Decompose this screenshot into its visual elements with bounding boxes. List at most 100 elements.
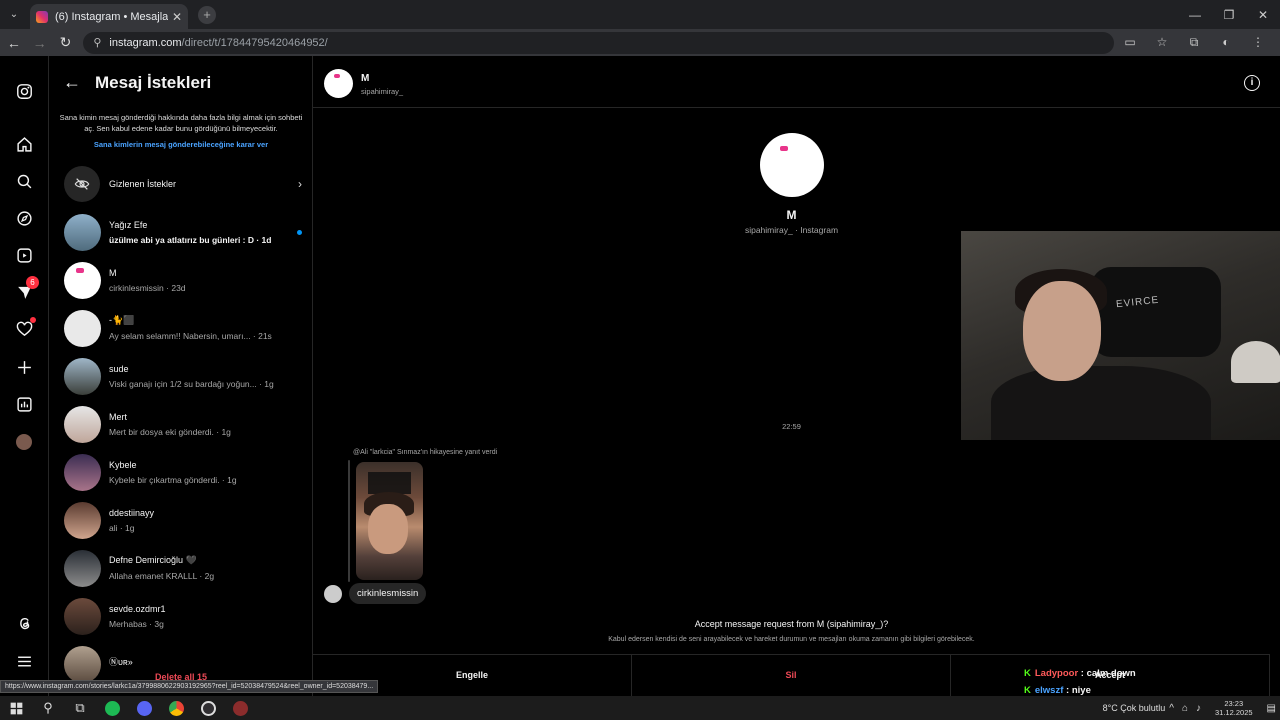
chat-line: K Ladypoor : calm down xyxy=(1024,668,1136,679)
spotify-icon[interactable] xyxy=(96,696,128,720)
request-item[interactable]: Defne Demircioğlu 🖤 Allaha emanet KRALLL … xyxy=(64,548,302,588)
request-preview: Ay selam selamm!! Nabersin, umarı... · 2… xyxy=(109,331,272,341)
forward-icon[interactable]: → xyxy=(28,35,52,51)
search-icon[interactable] xyxy=(13,170,35,192)
header-username: sipahimiray_ xyxy=(361,87,404,96)
bookmark-star-icon[interactable]: ☆ xyxy=(1146,35,1178,50)
message-requests-panel: ← Mesaj İstekleri Sana kimin mesaj gönde… xyxy=(49,56,313,696)
story-thumbnail[interactable] xyxy=(356,462,423,580)
windows-taskbar: ⚲ ⧉ 8°C Çok bulutlu ^ ⌂ ♪ 23:23 31.12.20… xyxy=(0,696,1280,720)
streamer-face xyxy=(1023,281,1101,381)
tab-search-icon[interactable]: ⌄ xyxy=(0,9,28,20)
delete-button[interactable]: Sil xyxy=(632,655,951,696)
url-path: /direct/t/17844795420464952/ xyxy=(181,36,328,49)
request-preview: Kybele bir çıkartma gönderdi. · 1g xyxy=(109,474,237,485)
requests-info-text: Sana kimin mesaj gönderdiği hakkında dah… xyxy=(59,113,303,133)
windows-start-icon[interactable] xyxy=(0,696,32,720)
restore-icon[interactable]: ❐ xyxy=(1212,8,1246,22)
page-content: 6 ← Mesaj İstekleri Sana kimin mesaj gön… xyxy=(0,56,1280,696)
profile-name: M xyxy=(786,208,797,222)
reels-icon[interactable] xyxy=(13,244,35,266)
message-settings-link[interactable]: Sana kimlerin mesaj gönderebileceğine ka… xyxy=(49,140,312,149)
profile-avatar[interactable] xyxy=(13,431,35,453)
minimize-icon[interactable]: — xyxy=(1178,8,1212,22)
request-name: Kybele xyxy=(109,459,137,470)
request-preview: cirkinlesmissin · 23d xyxy=(109,282,186,293)
status-url-tooltip: https://www.instagram.com/stories/larkc1… xyxy=(0,680,379,693)
url-host: instagram.com xyxy=(109,36,182,49)
weather-text[interactable]: 8°C Çok bulutlu xyxy=(1103,703,1166,713)
explore-icon[interactable] xyxy=(13,207,35,229)
info-icon[interactable]: i xyxy=(1244,75,1260,91)
unread-dot xyxy=(297,229,302,235)
new-tab-button[interactable]: + xyxy=(198,5,216,24)
task-view-icon[interactable]: ⧉ xyxy=(64,696,96,720)
nav-rail: 6 xyxy=(0,56,49,696)
profile-avatar-large[interactable] xyxy=(760,133,824,197)
obs-icon[interactable] xyxy=(192,696,224,720)
request-item[interactable]: sude Viski ganajı için 1/2 su bardağı yoğ… xyxy=(64,356,302,396)
network-icon[interactable]: ⌂ xyxy=(1182,703,1188,714)
tray-overflow-icon[interactable]: ^ xyxy=(1169,703,1174,714)
story-caption-block xyxy=(368,472,411,494)
chat-user: Ladypoor xyxy=(1034,668,1079,679)
avatar xyxy=(64,501,101,539)
requests-header: ← Mesaj İstekleri xyxy=(63,72,211,93)
discord-icon[interactable] xyxy=(128,696,160,720)
request-item[interactable]: sevde.ozdmr1 Merhabas · 3g xyxy=(64,596,302,636)
request-item[interactable]: ddestiinayy ali · 1g xyxy=(64,500,302,540)
conversation-header: M sipahimiray_ i xyxy=(313,56,1280,108)
notification-center-icon[interactable]: ▤ xyxy=(1267,703,1276,714)
chrome-icon[interactable] xyxy=(160,696,192,720)
create-plus-icon[interactable] xyxy=(13,356,35,378)
dashboard-icon[interactable] xyxy=(13,393,35,415)
close-window-icon[interactable]: ✕ xyxy=(1246,8,1280,22)
profile-icon[interactable]: ◐ xyxy=(1210,35,1242,50)
notifications-heart-icon[interactable] xyxy=(13,317,36,340)
menu-kebab-icon[interactable]: ⋮ xyxy=(1242,35,1274,50)
extensions-icon[interactable]: ⧉ xyxy=(1178,35,1210,50)
request-name: Mert xyxy=(109,411,127,422)
request-item[interactable]: Mcirkinlesmissin · 23d xyxy=(64,260,302,300)
volume-icon[interactable]: ♪ xyxy=(1196,703,1201,714)
taskbar-search-icon[interactable]: ⚲ xyxy=(32,696,64,720)
avatar xyxy=(64,405,101,443)
more-menu-icon[interactable] xyxy=(13,650,35,672)
reload-icon[interactable]: ↻ xyxy=(54,34,78,51)
instagram-logo-icon[interactable] xyxy=(13,80,35,102)
avatar xyxy=(64,261,101,299)
request-item[interactable]: Yağız Efe üzülme abi ya atlatırız bu günl… xyxy=(64,212,302,252)
eye-off-icon xyxy=(64,166,100,202)
kick-icon: K xyxy=(1024,685,1031,696)
request-preview: Allaha emanet KRALLL · 2g xyxy=(109,571,215,581)
request-preview: üzülme abi ya atlatırız bu günleri : D ·… xyxy=(109,234,272,245)
back-icon[interactable]: ← xyxy=(2,35,26,51)
avatar xyxy=(64,549,101,587)
back-arrow-icon[interactable]: ← xyxy=(63,72,81,93)
request-name: M xyxy=(109,267,117,278)
request-item[interactable]: -🐈⬛ Ay selam selamm!! Nabersin, umarı... … xyxy=(64,308,302,348)
browser-tab[interactable]: (6) Instagram • Mesajlar ✕ xyxy=(30,4,188,29)
threads-icon[interactable] xyxy=(13,612,35,634)
url-field[interactable]: ⚲ instagram.com/direct/t/178447954204649… xyxy=(83,31,1114,54)
chat-message: niye xyxy=(1071,685,1091,696)
message-bubble[interactable]: cirkinlesmissin xyxy=(349,583,427,604)
site-info-icon[interactable]: ⚲ xyxy=(93,36,101,49)
system-tray: 8°C Çok bulutlu ^ ⌂ ♪ 23:23 31.12.2025 ▤ xyxy=(1103,699,1280,717)
messages-icon[interactable]: 6 xyxy=(13,276,39,303)
clock[interactable]: 23:23 31.12.2025 xyxy=(1215,699,1253,717)
page-title: Mesaj İstekleri xyxy=(95,72,212,92)
tab-close-icon[interactable]: ✕ xyxy=(172,10,182,24)
home-icon[interactable] xyxy=(13,133,35,155)
app-icon[interactable] xyxy=(224,696,256,720)
request-name: sevde.ozdmr1 xyxy=(109,603,166,614)
header-avatar[interactable] xyxy=(324,69,353,98)
request-item[interactable]: Kybele Kybele bir çıkartma gönderdi. · 1g xyxy=(64,452,302,492)
hidden-requests-row[interactable]: Gizlenen İstekler › xyxy=(64,165,302,203)
story-figure-face xyxy=(368,504,408,554)
header-name[interactable]: M xyxy=(361,73,369,84)
reply-indicator-bar xyxy=(348,460,350,582)
request-item[interactable]: Mert Mert bir dosya eki gönderdi. · 1g xyxy=(64,404,302,444)
request-name: Defne Demircioğlu 🖤 xyxy=(109,555,197,565)
cast-icon[interactable]: ▭ xyxy=(1114,35,1146,50)
